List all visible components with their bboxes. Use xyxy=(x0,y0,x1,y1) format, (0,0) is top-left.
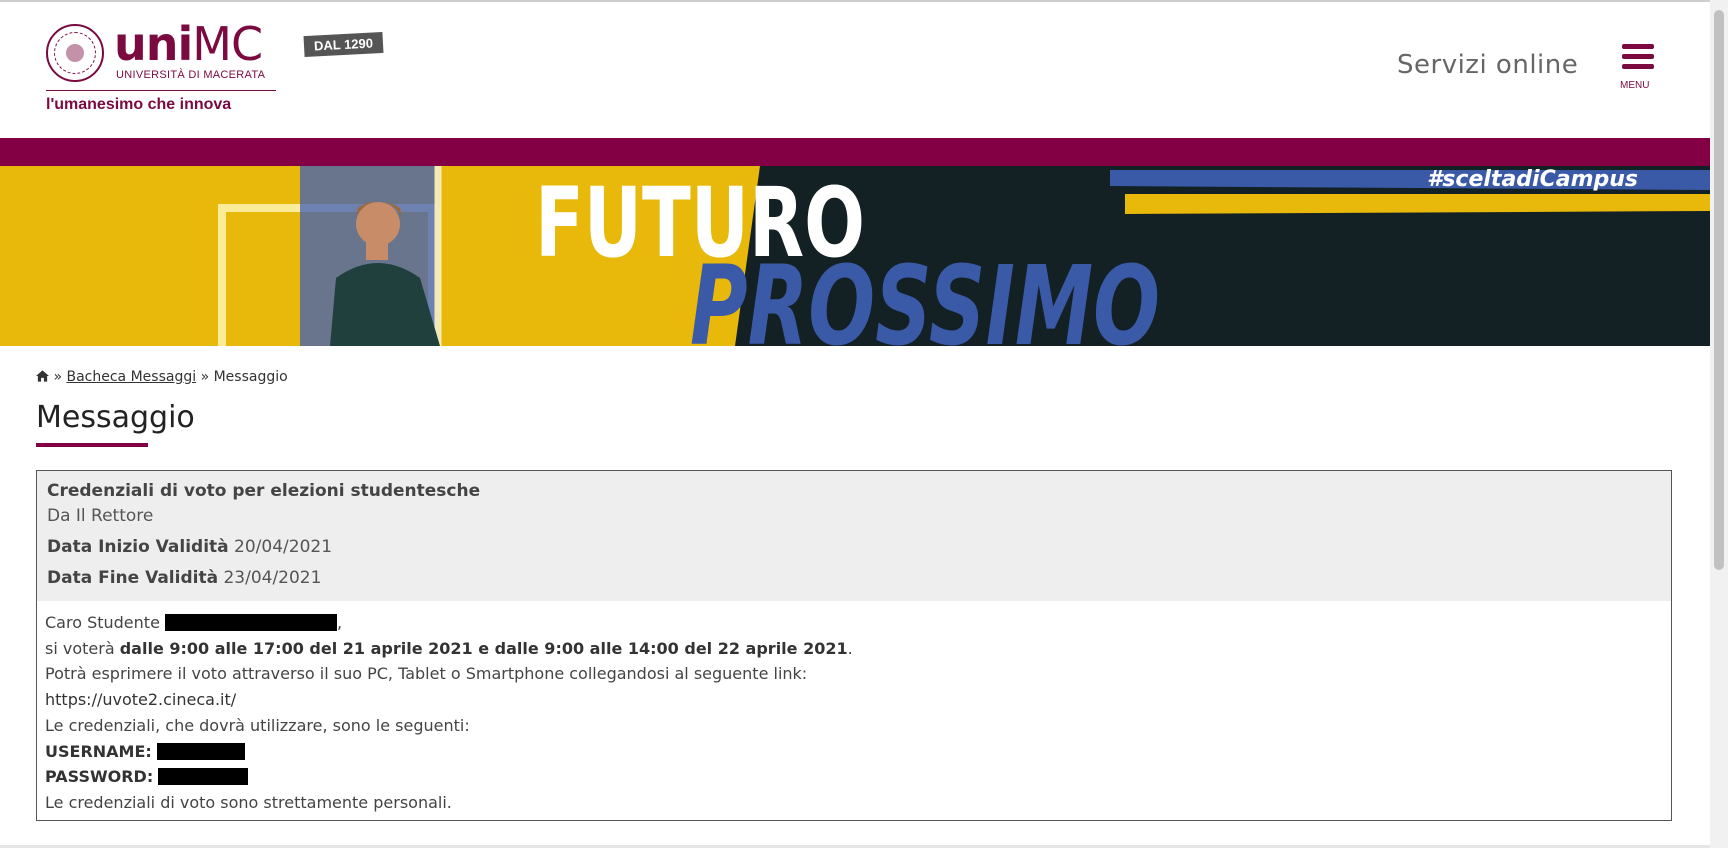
validity-end: Data Fine Validità 23/04/2021 xyxy=(47,568,321,588)
home-icon[interactable] xyxy=(36,370,49,382)
vote-schedule-line: si voterà dalle 9:00 alle 17:00 del 21 a… xyxy=(45,636,853,662)
hero-banner[interactable]: #sceltadiCampus FUTURO PROSSIMO xyxy=(0,166,1710,346)
greeting-text: Caro Studente xyxy=(45,613,160,632)
logo-subtitle: UNIVERSITÀ DI MACERATA xyxy=(116,69,266,81)
scrollbar-thumb[interactable] xyxy=(1714,10,1724,570)
hero-graphic: #sceltadiCampus FUTURO PROSSIMO xyxy=(0,166,1710,346)
page-scrollbar[interactable] xyxy=(1710,0,1728,848)
validity-start-value: 20/04/2021 xyxy=(234,537,333,557)
logo-tagline: l'umanesimo che innova xyxy=(46,96,232,113)
breadcrumb-link-bacheca[interactable]: Bacheca Messaggi xyxy=(66,369,196,385)
menu-label: MENU xyxy=(1620,80,1650,91)
breadcrumb-current: Messaggio xyxy=(213,369,288,385)
menu-button[interactable]: MENU xyxy=(1620,44,1660,94)
greeting-end: , xyxy=(337,613,343,632)
credentials-intro: Le credenziali, che dovrà utilizzare, so… xyxy=(45,715,470,735)
vote-end: . xyxy=(847,638,853,658)
message-body: Caro Studente , si voterà dalle 9:00 all… xyxy=(45,610,853,816)
message-subject: Credenziali di voto per elezioni student… xyxy=(47,481,481,501)
redacted-username xyxy=(156,742,245,760)
redacted-password xyxy=(158,768,249,786)
redacted-name xyxy=(165,614,337,631)
password-line: PASSWORD: xyxy=(45,764,853,790)
username-line: USERNAME: xyxy=(45,739,853,765)
device-line: Potrà esprimere il voto attraverso il su… xyxy=(45,664,808,684)
hero-prossimo-text: PROSSIMO xyxy=(690,242,1160,346)
validity-end-label: Data Fine Validità xyxy=(47,568,219,588)
hamburger-icon xyxy=(1622,44,1654,49)
greeting-line: Caro Studente , xyxy=(45,610,853,636)
page-title: Messaggio xyxy=(36,400,195,435)
vote-link[interactable]: https://uvote2.cineca.it/ xyxy=(45,687,853,713)
hashtag-text: #sceltadiCampus xyxy=(1427,167,1638,192)
logo-wordmark: uniMC xyxy=(114,17,263,71)
services-online-link[interactable]: Servizi online xyxy=(1397,50,1578,80)
username-label: USERNAME: xyxy=(45,741,152,761)
vote-prefix: si voterà xyxy=(45,638,115,658)
brand-band xyxy=(0,138,1710,166)
breadcrumb-separator: » xyxy=(200,369,210,385)
dal-1290-badge: DAL 1290 xyxy=(303,31,384,58)
message-header: Credenziali di voto per elezioni student… xyxy=(37,471,1671,601)
hamburger-bar xyxy=(1622,64,1654,69)
breadcrumb: » Bacheca Messaggi » Messaggio xyxy=(36,369,288,385)
breadcrumb-separator: » xyxy=(53,369,63,385)
university-seal-icon xyxy=(46,24,104,82)
validity-end-value: 23/04/2021 xyxy=(223,568,322,588)
site-header: uniMC UNIVERSITÀ DI MACERATA l'umanesimo… xyxy=(0,2,1710,138)
title-underline xyxy=(36,443,148,447)
message-panel: Credenziali di voto per elezioni student… xyxy=(36,470,1672,821)
validity-start: Data Inizio Validità 20/04/2021 xyxy=(47,537,332,557)
validity-start-label: Data Inizio Validità xyxy=(47,537,229,557)
password-label: PASSWORD: xyxy=(45,767,154,787)
message-sender: Da Il Rettore xyxy=(47,506,154,526)
hamburger-bar xyxy=(1622,54,1654,59)
vote-schedule: dalle 9:00 alle 17:00 del 21 aprile 2021… xyxy=(119,638,848,658)
university-logo[interactable]: uniMC UNIVERSITÀ DI MACERATA l'umanesimo… xyxy=(44,20,284,120)
logo-divider xyxy=(46,90,276,91)
closing-line: Le credenziali di voto sono strettamente… xyxy=(45,792,452,812)
